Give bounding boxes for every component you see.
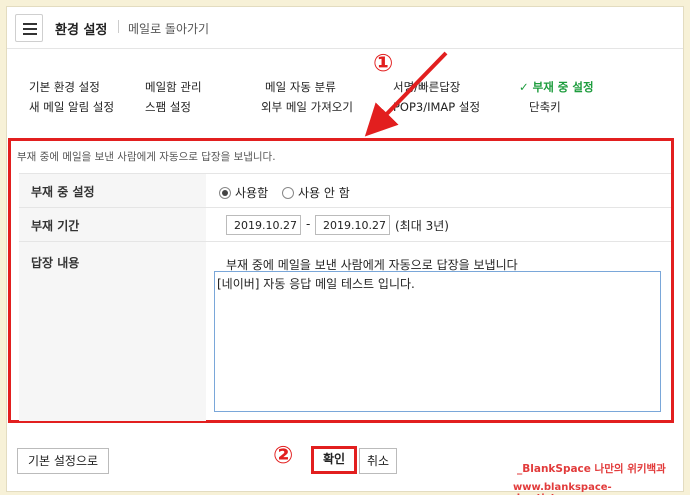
annotation-marker-2: ②: [273, 441, 294, 469]
check-icon: ✓: [519, 80, 529, 94]
option-not-use[interactable]: 사용 안 함: [281, 186, 350, 200]
reply-content-label: 답장 내용: [19, 242, 206, 421]
hamburger-menu-icon[interactable]: [15, 14, 43, 42]
radio-off-icon[interactable]: [281, 187, 294, 199]
settings-window: 환경 설정 메일로 돌아가기 기본 환경 설정 메일함 관리 메일 자동 분류 …: [6, 6, 684, 495]
reply-body-textarea[interactable]: [네이버] 자동 응답 메일 테스트 입니다.: [214, 271, 661, 412]
nav-auto-sort[interactable]: 메일 자동 분류: [265, 79, 336, 95]
nav-basic-settings[interactable]: 기본 환경 설정: [29, 79, 100, 95]
annotation-arrow-icon: [364, 51, 448, 137]
end-date-input[interactable]: 2019.10.27: [315, 215, 390, 235]
watermark-url: www.blankspace-dev.tistory.com: [513, 482, 612, 495]
option-use[interactable]: 사용함: [219, 186, 268, 200]
header: 환경 설정 메일로 돌아가기: [7, 7, 683, 49]
date-dash: -: [306, 217, 311, 231]
nav-away-settings-label: 부재 중 설정: [532, 80, 594, 94]
page-title: 환경 설정: [55, 23, 108, 38]
option-use-label: 사용함: [235, 186, 269, 200]
away-setting-row: 부재 중 설정 사용함 사용 안 함: [19, 173, 671, 207]
cancel-button[interactable]: 취소: [359, 448, 397, 474]
nav-shortcuts[interactable]: 단축키: [529, 99, 561, 115]
nav-spam-settings[interactable]: 스팸 설정: [145, 99, 191, 115]
away-period-label: 부재 기간: [19, 208, 206, 241]
section-description: 부재 중에 메일을 보낸 사람에게 자동으로 답장을 보냅니다.: [17, 151, 276, 163]
back-to-mail-link[interactable]: 메일로 돌아가기: [128, 20, 209, 37]
watermark-title: _BlankSpace 나만의 위키백과: [517, 463, 666, 475]
nav-external-mail[interactable]: 외부 메일 가져오기: [261, 99, 353, 115]
away-setting-label: 부재 중 설정: [19, 174, 206, 207]
start-date-input[interactable]: 2019.10.27: [226, 215, 301, 235]
away-period-row: 부재 기간 2019.10.27 - 2019.10.27 (최대 3년): [19, 207, 671, 241]
confirm-button[interactable]: 확인: [311, 446, 357, 474]
nav-new-mail-alert[interactable]: 새 메일 알림 설정: [29, 99, 114, 115]
away-setting-options: 사용함 사용 안 함: [219, 184, 350, 201]
max-period-note: (최대 3년): [395, 219, 449, 233]
header-divider: [118, 20, 119, 33]
radio-on-icon[interactable]: [219, 187, 231, 199]
reset-default-button[interactable]: 기본 설정으로: [17, 448, 109, 474]
nav-away-settings[interactable]: ✓ 부재 중 설정: [519, 79, 594, 95]
nav-mailbox-management[interactable]: 메일함 관리: [145, 79, 202, 95]
option-not-use-label: 사용 안 함: [297, 186, 350, 200]
